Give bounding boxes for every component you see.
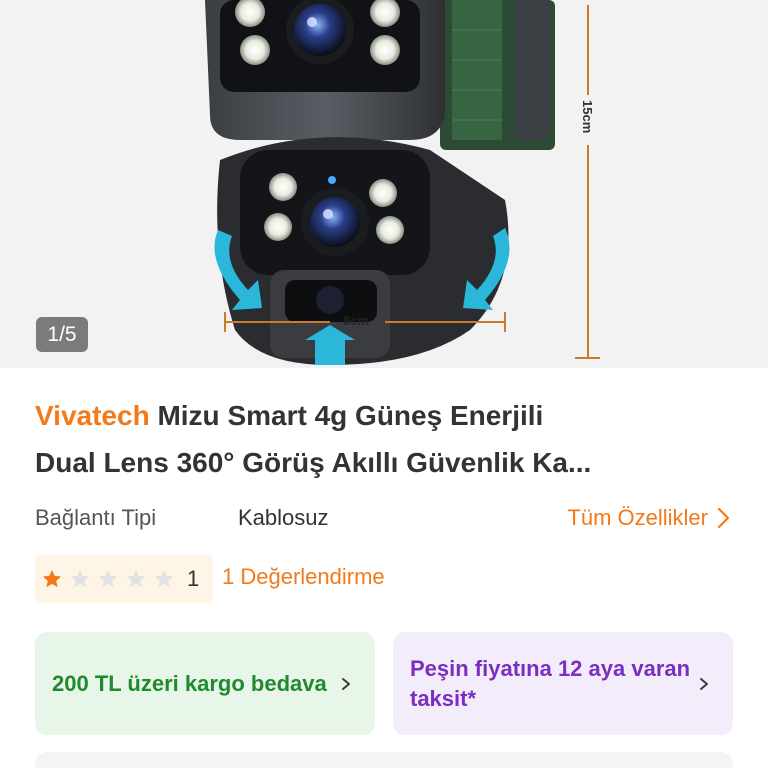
security-camera-image: [205, 0, 600, 365]
rating-score: 1: [187, 566, 200, 591]
reviews-link[interactable]: 1 Değerlendirme: [222, 564, 385, 590]
star-icon: [42, 569, 62, 588]
product-title: Vivatech Mizu Smart 4g Güneş Enerjili Du…: [35, 392, 735, 486]
dimension-height-label: 15cm: [580, 100, 595, 134]
all-specs-link[interactable]: Tüm Özellikler: [567, 505, 730, 531]
chevron-right-icon: [717, 507, 730, 529]
rating-summary[interactable]: 1: [35, 555, 213, 603]
product-title-text-1: Mizu Smart 4g Güneş Enerjili: [157, 400, 544, 431]
chevron-right-icon: [342, 677, 350, 690]
free-shipping-banner[interactable]: 200 TL üzeri kargo bedava: [35, 632, 375, 735]
dimension-width-label: 8cm: [343, 313, 370, 328]
star-icon: [126, 569, 146, 588]
product-image-gallery[interactable]: 15cm 8cm 1/5: [0, 0, 768, 368]
attribute-value: Kablosuz: [238, 505, 329, 530]
product-title-line-2: Dual Lens 360° Görüş Akıllı Güvenlik Ka.…: [35, 447, 592, 478]
free-shipping-text: 200 TL üzeri kargo bedava: [52, 670, 327, 696]
star-icon: [70, 569, 90, 588]
installment-text: Peşin fiyatına 12 aya varan taksit*: [410, 655, 691, 711]
attribute-label: Bağlantı Tipi: [35, 505, 157, 530]
image-counter: 1/5: [36, 317, 88, 352]
next-section-card: [35, 752, 733, 768]
star-rating: [41, 568, 175, 590]
star-icon: [98, 569, 118, 588]
star-icon: [154, 569, 174, 588]
installment-banner[interactable]: Peşin fiyatına 12 aya varan taksit*: [393, 632, 733, 735]
attribute-row: Bağlantı Tipi Kablosuz Tüm Özellikler: [35, 505, 735, 537]
brand-link[interactable]: Vivatech: [35, 400, 150, 431]
chevron-right-icon: [700, 677, 708, 690]
product-title-line-1: Vivatech Mizu Smart 4g Güneş Enerjili: [35, 392, 735, 439]
all-specs-label: Tüm Özellikler: [567, 505, 708, 530]
